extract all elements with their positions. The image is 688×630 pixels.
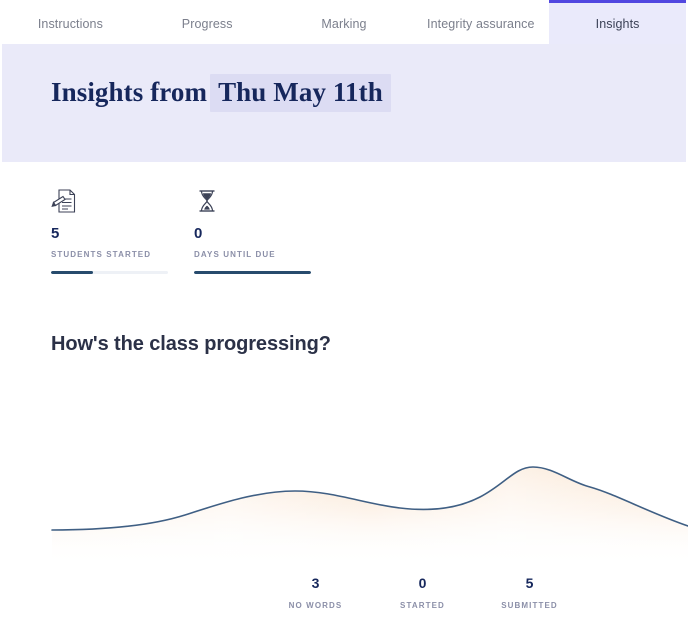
chart-heading: How's the class progressing? [51, 333, 331, 355]
stat-label: Days until due [194, 250, 276, 259]
stat-progress-bar [194, 271, 311, 274]
document-pen-icon [51, 185, 168, 215]
insights-date-chip: Thu May 11th [210, 74, 391, 112]
tab-insights[interactable]: Insights [549, 0, 686, 44]
insights-banner: Insights from Thu May 11th [2, 44, 686, 162]
bottom-stat-label: Started [400, 601, 445, 610]
stat-progress-bar [51, 271, 168, 274]
bottom-stat-label: Submitted [501, 601, 558, 610]
stat-label: Students started [51, 250, 152, 259]
progress-curve-svg [51, 466, 688, 565]
bottom-stat-value: 5 [525, 575, 534, 591]
stat-progress-fill [194, 271, 311, 274]
bottom-stat-value: 0 [418, 575, 427, 591]
curve-area-mask [52, 467, 688, 565]
tab-bar: Instructions Progress Marking Integrity … [2, 0, 686, 45]
class-progress-chart [0, 400, 688, 565]
bottom-stat-value: 3 [311, 575, 320, 591]
tab-label: Integrity assurance [427, 16, 535, 31]
tab-label: Insights [595, 16, 640, 31]
stat-progress-fill [51, 271, 94, 274]
page-title: Insights from Thu May 11th [51, 74, 391, 112]
tab-label: Instructions [37, 16, 103, 31]
stat-card-students-started: 5 Students started [51, 185, 168, 274]
bottom-stat-no-words: 3 No words [262, 576, 369, 610]
stat-card-days-until-due: 0 Days until due [194, 185, 311, 274]
tab-label: Progress [181, 16, 233, 31]
tab-integrity-assurance[interactable]: Integrity assurance [412, 0, 549, 44]
bottom-stat-started: 0 Started [369, 576, 476, 610]
stat-value: 0 [194, 225, 203, 242]
distribution-stats: 3 No words 0 Started 5 Submitted [262, 576, 583, 610]
tab-marking[interactable]: Marking [276, 0, 413, 44]
tab-label: Marking [321, 16, 367, 31]
tab-progress[interactable]: Progress [139, 0, 276, 44]
hourglass-icon [194, 185, 311, 215]
bottom-stat-label: No words [288, 601, 343, 610]
insights-page: Instructions Progress Marking Integrity … [0, 0, 688, 630]
tab-instructions[interactable]: Instructions [2, 0, 139, 44]
page-title-prefix: Insights from [51, 77, 208, 107]
summary-stats: 5 Students started 0 Days until due [51, 185, 311, 274]
stat-value: 5 [51, 225, 60, 242]
bottom-stat-submitted: 5 Submitted [476, 576, 583, 610]
